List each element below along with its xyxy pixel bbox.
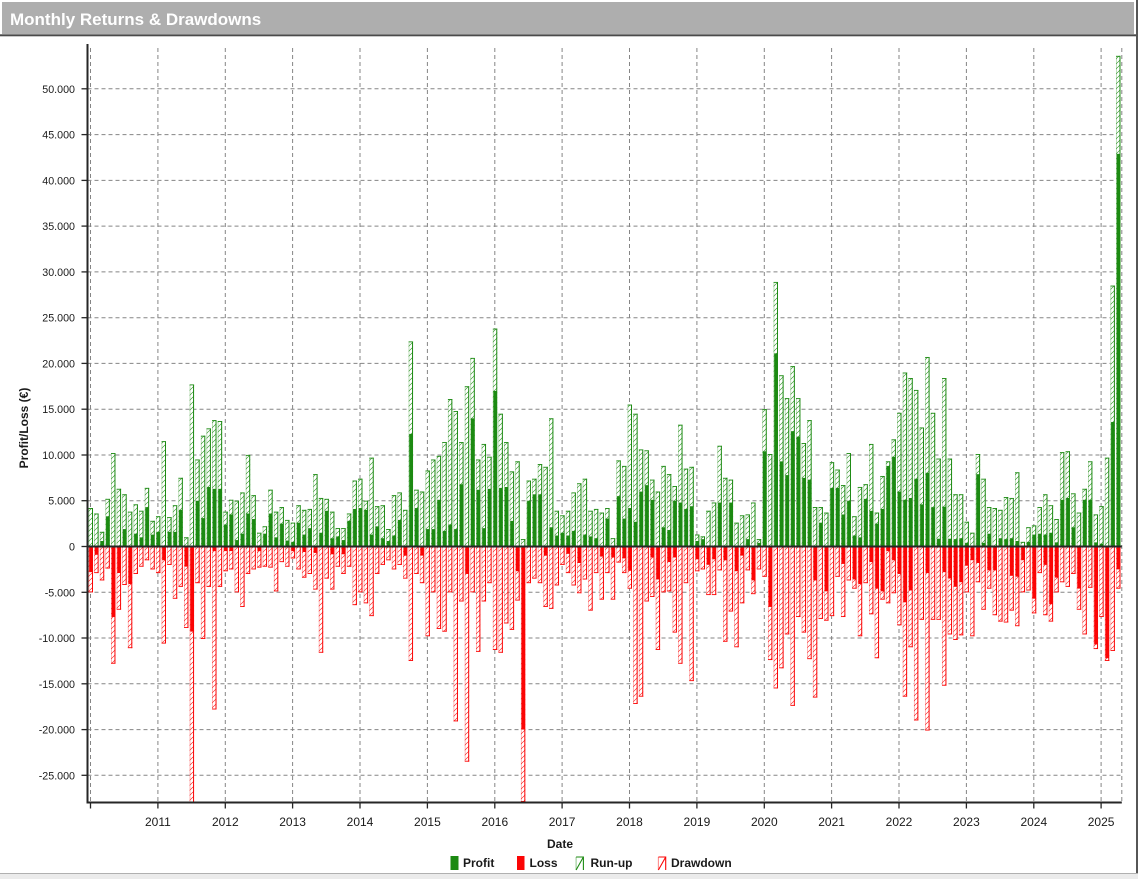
svg-text:2024: 2024	[1020, 815, 1047, 829]
svg-text:Profit/Loss (€): Profit/Loss (€)	[17, 388, 31, 469]
svg-text:10.000: 10.000	[42, 450, 75, 462]
svg-text:5.000: 5.000	[48, 496, 75, 508]
svg-text:2011: 2011	[145, 815, 171, 829]
svg-text:Profit: Profit	[463, 856, 494, 870]
svg-text:20.000: 20.000	[42, 358, 75, 370]
svg-text:2022: 2022	[886, 815, 913, 829]
svg-text:Loss: Loss	[530, 856, 558, 870]
svg-text:-20.000: -20.000	[39, 725, 75, 737]
svg-text:-25.000: -25.000	[39, 770, 75, 782]
svg-text:40.000: 40.000	[42, 175, 75, 187]
svg-text:Date: Date	[547, 837, 573, 851]
svg-text:2015: 2015	[414, 815, 441, 829]
svg-text:35.000: 35.000	[42, 221, 75, 233]
svg-text:2019: 2019	[684, 815, 711, 829]
svg-text:Run-up: Run-up	[591, 856, 633, 870]
svg-text:2018: 2018	[616, 815, 643, 829]
svg-text:2021: 2021	[818, 815, 845, 829]
svg-text:15.000: 15.000	[42, 404, 75, 416]
svg-text:Monthly Returns & Drawdowns: Monthly Returns & Drawdowns	[10, 10, 261, 29]
svg-text:30.000: 30.000	[42, 267, 75, 279]
svg-text:50.000: 50.000	[42, 84, 75, 96]
svg-text:Drawdown: Drawdown	[671, 856, 732, 870]
svg-text:-15.000: -15.000	[39, 679, 75, 691]
svg-text:2014: 2014	[347, 815, 374, 829]
svg-text:2023: 2023	[953, 815, 980, 829]
svg-text:2013: 2013	[279, 815, 306, 829]
svg-text:-5.000: -5.000	[45, 587, 75, 599]
svg-text:25.000: 25.000	[42, 313, 75, 325]
svg-text:2012: 2012	[212, 815, 239, 829]
svg-text:2016: 2016	[481, 815, 508, 829]
svg-text:45.000: 45.000	[42, 130, 75, 142]
svg-text:-10.000: -10.000	[39, 633, 75, 645]
svg-text:2020: 2020	[751, 815, 778, 829]
svg-text:0: 0	[69, 542, 75, 554]
svg-text:2017: 2017	[549, 815, 576, 829]
svg-text:2025: 2025	[1088, 815, 1115, 829]
